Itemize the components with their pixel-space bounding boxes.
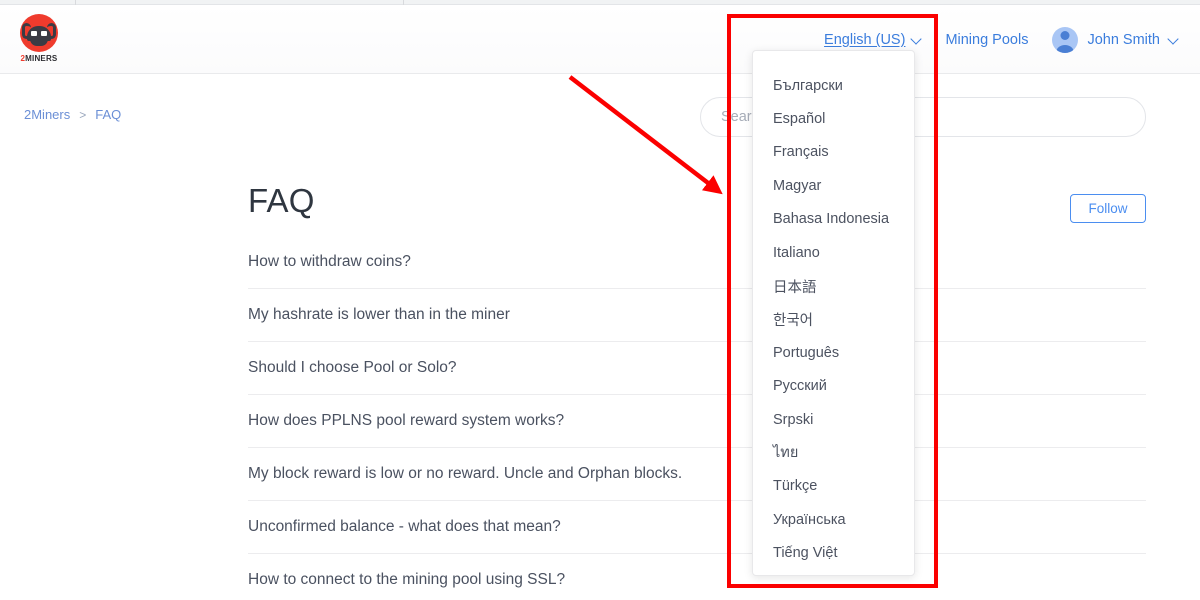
language-option[interactable]: Bahasa Indonesia — [753, 203, 914, 236]
logo-wordmark: 2MINERS — [21, 54, 58, 63]
logo-chin-icon — [30, 39, 48, 46]
language-selector-button[interactable]: English (US) — [824, 32, 921, 48]
language-dropdown-menu[interactable]: Български Español Français Magyar Bahasa Ind… — [752, 50, 915, 576]
breadcrumb-item-faq[interactable]: FAQ — [95, 107, 121, 122]
faq-list: How to withdraw coins? My hashrate is low… — [248, 236, 1146, 600]
miner-face-icon — [20, 14, 58, 52]
user-name-label: John Smith — [1087, 31, 1160, 48]
mining-pools-link[interactable]: Mining Pools — [945, 32, 1028, 48]
faq-list-item[interactable]: How to withdraw coins? — [248, 236, 1146, 289]
language-option[interactable]: Русский — [753, 370, 914, 403]
site-logo[interactable]: 2MINERS — [14, 14, 64, 66]
language-option[interactable]: 한국어 — [753, 303, 914, 336]
page-title: FAQ — [248, 182, 315, 219]
user-avatar-icon — [1052, 26, 1079, 53]
language-option[interactable]: Türkçe — [753, 470, 914, 503]
language-option[interactable]: Українська — [753, 503, 914, 536]
language-option[interactable]: 日本語 — [753, 269, 914, 302]
language-option[interactable]: Español — [753, 102, 914, 135]
user-menu-button[interactable]: John Smith — [1052, 26, 1178, 53]
faq-list-item[interactable]: How does PPLNS pool reward system works? — [248, 395, 1146, 448]
breadcrumb-item-root[interactable]: 2Miners — [24, 107, 70, 122]
faq-list-item[interactable]: Unconfirmed balance - what does that mea… — [248, 501, 1146, 554]
language-selector-label: English (US) — [824, 31, 906, 48]
language-option[interactable]: Srpski — [753, 403, 914, 436]
chevron-down-icon — [912, 35, 921, 44]
language-option[interactable]: ไทย — [753, 436, 914, 469]
follow-button[interactable]: Follow — [1070, 194, 1146, 223]
site-header: 2MINERS English (US) Mining Pools John S… — [0, 5, 1200, 74]
breadcrumb-separator: > — [79, 107, 87, 122]
breadcrumb: 2Miners > FAQ — [24, 107, 121, 122]
language-option[interactable]: Български — [753, 69, 914, 102]
chevron-down-icon — [1169, 35, 1178, 44]
language-option[interactable]: Français — [753, 136, 914, 169]
page-root: 2MINERS English (US) Mining Pools John S… — [0, 0, 1200, 600]
faq-list-item[interactable]: My hashrate is lower than in the miner — [248, 289, 1146, 342]
language-option[interactable]: Português — [753, 336, 914, 369]
language-option[interactable]: Tiếng Việt — [753, 536, 914, 569]
language-option[interactable]: Italiano — [753, 236, 914, 269]
faq-list-item[interactable]: Should I choose Pool or Solo? — [248, 342, 1146, 395]
faq-list-item[interactable]: How to connect to the mining pool using … — [248, 554, 1146, 600]
language-option[interactable]: Magyar — [753, 169, 914, 202]
logo-wordmark-text: MINERS — [25, 54, 58, 63]
faq-list-item[interactable]: My block reward is low or no reward. Unc… — [248, 448, 1146, 501]
